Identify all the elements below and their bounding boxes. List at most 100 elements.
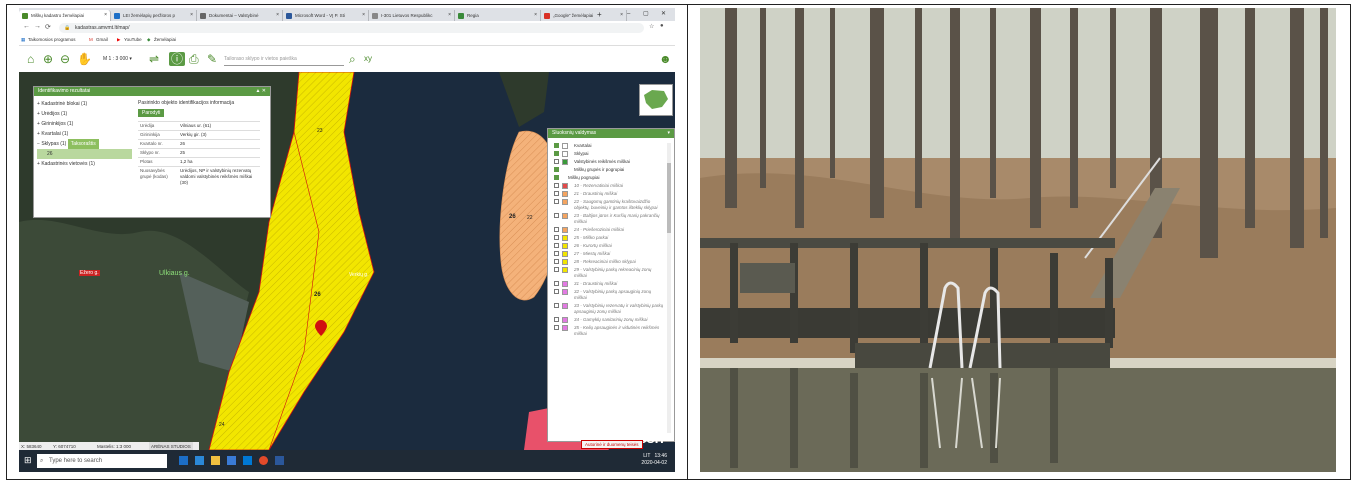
bookmark-maps[interactable]: Žemėlapiai: [154, 35, 176, 45]
tab-close-icon[interactable]: ×: [534, 10, 537, 21]
word-icon[interactable]: [275, 456, 284, 465]
layer-item[interactable]: 34 - Gamyklų sanitarinių zonų miškai: [554, 317, 664, 323]
scale-selector[interactable]: M 1 : 3 000 ▾: [103, 54, 143, 64]
windows-start-icon[interactable]: ⊞: [24, 455, 32, 466]
layer-checkbox[interactable]: [554, 143, 559, 148]
edge-icon[interactable]: [195, 456, 204, 465]
measure-icon[interactable]: ⇌: [149, 52, 159, 66]
mail-icon[interactable]: [243, 456, 252, 465]
layer-checkbox[interactable]: [554, 267, 559, 272]
layer-item[interactable]: 29 - Valstybinių parkų rekreacinių zonų …: [554, 267, 664, 279]
list-item[interactable]: − Sklypas (1) Taksoraštis: [37, 139, 132, 149]
chrome-icon[interactable]: [259, 456, 268, 465]
layer-checkbox[interactable]: [554, 251, 559, 256]
browser-tab[interactable]: Microsoft Word - VĮ P. Sti ×: [283, 10, 369, 21]
tab-close-icon[interactable]: ×: [620, 10, 623, 21]
minimize-icon[interactable]: –: [627, 8, 630, 21]
list-item[interactable]: + Kadastrinė blokai (1): [37, 99, 132, 109]
layer-checkbox[interactable]: [554, 175, 559, 180]
layer-checkbox[interactable]: [554, 167, 559, 172]
layer-checkbox[interactable]: [554, 151, 559, 156]
close-icon[interactable]: ▲ ✕: [255, 87, 266, 96]
show-button[interactable]: Parodyti: [138, 109, 165, 117]
list-item[interactable]: + Girininkijos (1): [37, 119, 132, 129]
layer-checkbox[interactable]: [554, 303, 559, 308]
url-field[interactable]: 🔒 kadastras.amvmt.lt/map/: [59, 23, 644, 33]
layer-item[interactable]: 25 - Miško parkai: [554, 235, 664, 241]
browser-tab[interactable]: Dokumentai – Valstybinė ×: [197, 10, 283, 21]
list-item-selected[interactable]: 26: [37, 149, 132, 159]
new-tab-button[interactable]: +: [597, 8, 602, 21]
system-clock[interactable]: LIT 13:46 2020-04-02: [641, 453, 667, 467]
tab-close-icon[interactable]: ×: [362, 10, 365, 21]
layer-item[interactable]: 31 - Draustinių miškai: [554, 281, 664, 287]
print-icon[interactable]: ⎙: [189, 52, 199, 66]
task-view-icon[interactable]: [179, 456, 188, 465]
zoom-out-icon[interactable]: ⊖: [60, 52, 70, 66]
layer-item[interactable]: 21 - Draustinių miškai: [554, 191, 664, 197]
list-item[interactable]: + Urėdijos (1): [37, 109, 132, 119]
search-icon[interactable]: ⌕: [349, 52, 356, 66]
browser-tab[interactable]: Miškų kadastro žemėlapiai ×: [19, 10, 111, 21]
layer-item[interactable]: Sklypai: [554, 151, 664, 157]
layer-checkbox[interactable]: [554, 243, 559, 248]
search-input[interactable]: Tailoraso sklypo ir vietos paieška: [224, 53, 344, 66]
coordinates-icon[interactable]: xy: [364, 52, 372, 66]
layer-item[interactable]: 27 - Miestų miškai: [554, 251, 664, 257]
layer-item[interactable]: 26 - Kurortų miškai: [554, 243, 664, 249]
browser-tab[interactable]: I-301 Lietuvos Respublikc ×: [369, 10, 455, 21]
layer-item[interactable]: 28 - Rekreaciniai miško sklypai: [554, 259, 664, 265]
layer-item[interactable]: 32 - Valstybinių parkų apsauginių zonų m…: [554, 289, 664, 301]
reload-icon[interactable]: ⟳: [45, 23, 51, 31]
layer-checkbox[interactable]: [554, 191, 559, 196]
overview-map-button[interactable]: [639, 84, 673, 116]
layer-checkbox[interactable]: [554, 235, 559, 240]
browser-tab[interactable]: Regia ×: [455, 10, 541, 21]
tab-close-icon[interactable]: ×: [276, 10, 279, 21]
list-item[interactable]: + Kadastrinės vietovės (1): [37, 159, 132, 169]
layer-checkbox[interactable]: [554, 317, 559, 322]
home-icon[interactable]: ⌂: [27, 52, 34, 66]
zoom-in-icon[interactable]: ⊕: [43, 52, 53, 66]
close-window-icon[interactable]: ✕: [661, 8, 666, 21]
map-canvas[interactable]: Ežero g. Ulkiaus g. Verkių g. 26 26 22 2…: [19, 72, 675, 450]
bookmark-apps[interactable]: Taikomosios programos: [28, 35, 76, 45]
list-item[interactable]: + Kvartalai (1): [37, 129, 132, 139]
pan-hand-icon[interactable]: ✋: [77, 52, 92, 66]
bookmark-youtube[interactable]: YouTube: [124, 35, 142, 45]
taksorastis-button[interactable]: Taksoraštis: [67, 139, 99, 149]
layer-item[interactable]: Miškų pogrupiai: [554, 175, 664, 181]
layer-checkbox[interactable]: [554, 281, 559, 286]
tab-close-icon[interactable]: ×: [190, 10, 193, 21]
tab-close-icon[interactable]: ×: [104, 10, 107, 21]
taskbar-search-input[interactable]: ⌕ Type here to search: [37, 454, 167, 468]
layer-item[interactable]: 33 - Valstybinių rezervatų ir valstybini…: [554, 303, 664, 315]
layer-checkbox[interactable]: [554, 289, 559, 294]
profile-icon[interactable]: ●: [660, 23, 664, 29]
tab-close-icon[interactable]: ×: [448, 10, 451, 21]
file-explorer-icon[interactable]: [211, 456, 220, 465]
layer-checkbox[interactable]: [554, 325, 559, 330]
layer-checkbox[interactable]: [554, 213, 559, 218]
layer-checkbox[interactable]: [554, 227, 559, 232]
layer-item[interactable]: 24 - Priešeroziniai miškai: [554, 227, 664, 233]
layer-item[interactable]: 23 - Baltijos jūros ir Kuršių marių pakr…: [554, 213, 664, 225]
maximize-icon[interactable]: ▢: [643, 8, 649, 21]
layer-item[interactable]: 10 - Rezervatiniai miškai: [554, 183, 664, 189]
bookmark-gmail[interactable]: Gmail: [96, 35, 108, 45]
layer-checkbox[interactable]: [554, 199, 559, 204]
layer-item[interactable]: Miškų grupės ir pogrupiai: [554, 167, 664, 173]
identify-icon[interactable]: ⓘ: [169, 52, 186, 66]
forward-icon[interactable]: →: [34, 23, 41, 30]
collapse-icon[interactable]: ▾: [667, 129, 670, 138]
browser-tab[interactable]: „Google“ žemėlapiai ×: [541, 10, 627, 21]
layer-checkbox[interactable]: [554, 159, 559, 164]
user-account-icon[interactable]: ☻: [659, 52, 672, 66]
layer-checkbox[interactable]: [554, 259, 559, 264]
layer-item[interactable]: Kvartalai: [554, 143, 664, 149]
layer-checkbox[interactable]: [554, 183, 559, 188]
scrollbar[interactable]: [667, 143, 671, 433]
draw-pencil-icon[interactable]: ✎: [207, 52, 217, 66]
browser-tab[interactable]: LEI žemėlapių peržiūros p ×: [111, 10, 197, 21]
store-icon[interactable]: [227, 456, 236, 465]
